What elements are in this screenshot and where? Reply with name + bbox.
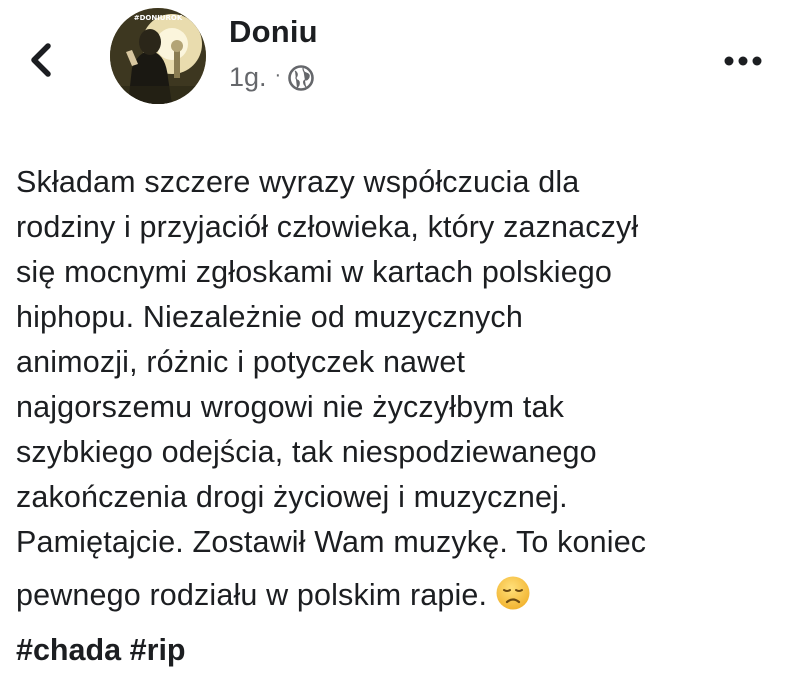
post-text-line: szybkiego odejścia, tak niespodziewanego — [16, 435, 597, 469]
post-time[interactable]: 1g. — [229, 62, 267, 93]
post-text-line-last: pewnego rodziału w polskim rapie. — [16, 573, 786, 618]
post-text-line: animozji, różnic i potyczek nawet — [16, 345, 466, 379]
post-text-line: zakończenia drogi życiowej i muzycznej. — [16, 480, 568, 514]
meta-separator: · — [274, 64, 282, 86]
post-header: #DONIUROK Doniu 1g. · — [0, 0, 800, 120]
hashtag-rip[interactable]: #rip — [130, 633, 186, 667]
svg-text:#DONIUROK: #DONIUROK — [134, 14, 183, 22]
back-button[interactable] — [22, 38, 62, 82]
post-text-line: rodziny i przyjaciół człowieka, który za… — [16, 210, 639, 244]
post-text-line: najgorszemu wrogowi nie życzyłbym tak — [16, 390, 564, 424]
post-text-line: pewnego rodziału w polskim rapie. — [16, 578, 488, 612]
globe-icon — [287, 64, 315, 92]
post-text: Składam szczere wyrazy współczucia dla r… — [16, 160, 786, 618]
disappointed-face-emoji-icon — [495, 575, 531, 611]
more-horizontal-icon — [724, 56, 762, 66]
avatar[interactable]: #DONIUROK — [110, 8, 206, 104]
avatar-image: #DONIUROK — [110, 8, 206, 104]
post-meta: 1g. · — [229, 62, 315, 93]
post-text-line: Pamiętajcie. Zostawił Wam muzykę. To kon… — [16, 525, 647, 559]
author-name[interactable]: Doniu — [229, 14, 318, 50]
post-text-line: hiphopu. Niezależnie od muzycznych — [16, 300, 523, 334]
chevron-left-icon — [31, 43, 51, 77]
more-options-button[interactable] — [720, 48, 766, 74]
hashtag-line: #chada #rip — [16, 633, 186, 668]
post-text-line: się mocnymi zgłoskami w kartach polskieg… — [16, 255, 613, 289]
hashtag-chada[interactable]: #chada — [16, 633, 121, 667]
post-text-line: Składam szczere wyrazy współczucia dla — [16, 165, 580, 199]
